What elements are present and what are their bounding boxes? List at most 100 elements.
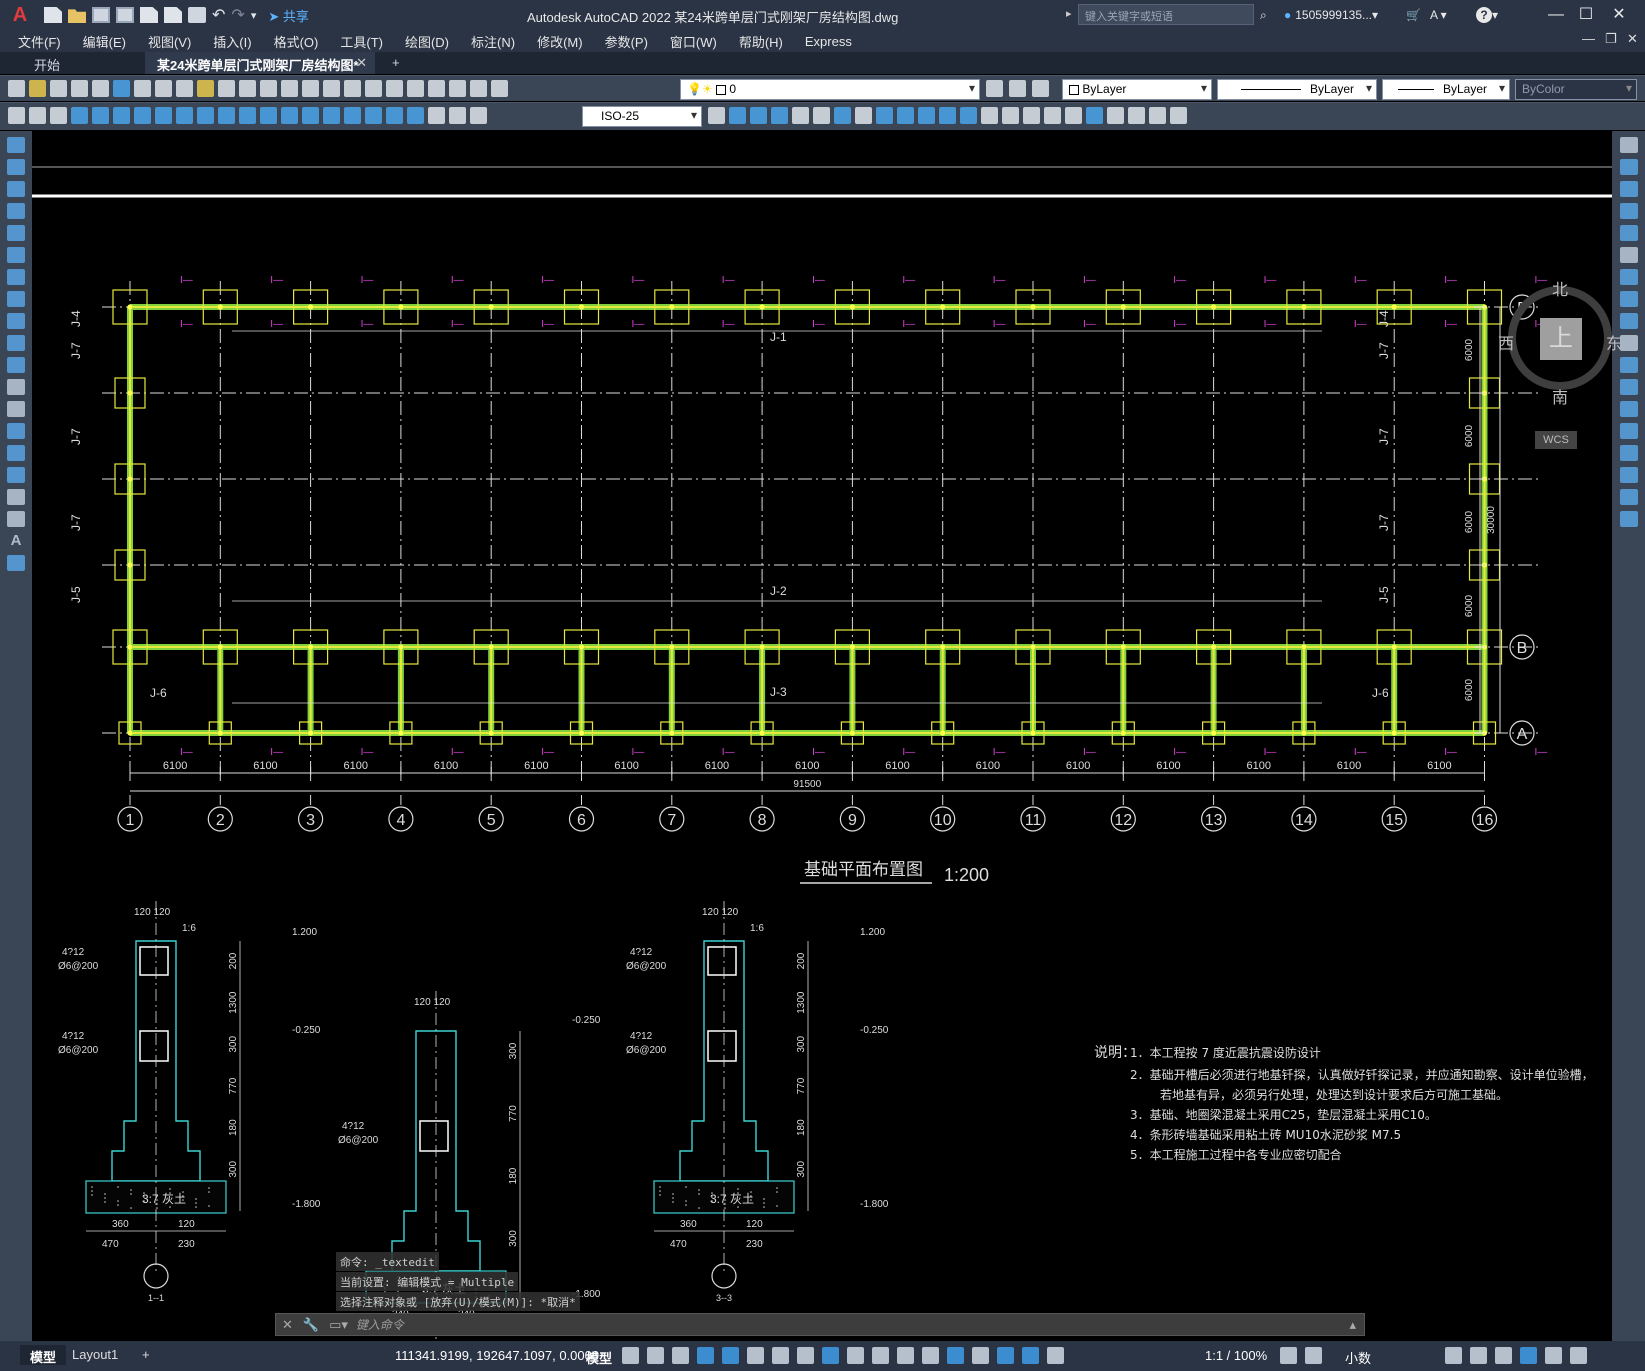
dim-arc-icon[interactable] [113,107,130,124]
graphics-performance-icon[interactable] [1520,1347,1537,1364]
spline-icon[interactable] [7,313,25,329]
block-editor-icon[interactable] [8,107,25,124]
zoom-previous-icon[interactable] [323,80,340,97]
color-dropdown[interactable]: ByLayer ▾ [1062,79,1212,100]
menu-insert[interactable]: 插入(I) [213,32,251,51]
menu-tools[interactable]: 工具(T) [340,32,383,51]
annotation-scale[interactable]: 1:1 / 100% [1205,1348,1267,1363]
inspection-icon[interactable] [386,107,403,124]
make-block-icon[interactable] [7,401,25,417]
scale-icon[interactable] [1619,291,1638,307]
ucs-apply-icon[interactable] [1044,107,1061,124]
model-space-button[interactable]: 模型 [586,1348,612,1367]
center-mark-icon[interactable] [365,107,382,124]
undo-icon[interactable]: ↶ [212,5,225,25]
plot-icon[interactable] [188,7,206,23]
snap-icon[interactable] [647,1347,664,1364]
layer-properties-icon[interactable] [491,80,508,97]
join-icon[interactable] [1619,423,1638,439]
compass-west[interactable]: 西 [1498,330,1514,354]
ucs-z-icon[interactable] [1023,107,1040,124]
plotstyle-dropdown[interactable]: ByColor ▾ [1515,79,1637,100]
new-file-icon[interactable] [44,7,62,23]
circle-icon[interactable] [7,269,25,285]
menu-dimension[interactable]: 标注(N) [471,32,515,51]
3d-osnap-icon[interactable] [922,1347,939,1364]
save-icon[interactable] [92,7,110,23]
ucs-x-icon[interactable] [981,107,998,124]
polyline-icon[interactable] [7,181,25,197]
autoscale-icon[interactable] [1047,1347,1064,1364]
gradient-icon[interactable] [7,467,25,483]
minimize-button[interactable]: — [1543,2,1569,28]
menu-help[interactable]: 帮助(H) [739,32,783,51]
linetype-dropdown[interactable]: ByLayer ▾ [1217,79,1377,100]
layer-make-current-icon[interactable] [986,80,1003,97]
dim-continue-icon[interactable] [281,107,298,124]
grid-icon[interactable] [622,1347,639,1364]
mtext-icon[interactable]: A [7,533,25,549]
polar-icon[interactable] [747,1347,764,1364]
cut-icon[interactable] [134,80,151,97]
point-icon[interactable] [7,423,25,439]
tab-layout1[interactable]: Layout1 [62,1345,128,1365]
dim-diameter-icon[interactable] [197,107,214,124]
named-ucs-icon[interactable] [1065,107,1082,124]
tab-start[interactable]: 开始 [22,52,72,74]
save-as-icon[interactable] [116,7,134,23]
ucs-object-icon[interactable] [876,107,893,124]
open-icon[interactable] [29,80,46,97]
quick-dim-icon[interactable] [239,107,256,124]
wcs-menu[interactable]: WCS [1535,431,1577,449]
solid-box-icon[interactable] [729,107,746,124]
open-folder-icon[interactable] [68,9,86,23]
isolate-objects-icon[interactable] [1495,1347,1512,1364]
doc-close-button[interactable]: ✕ [1627,31,1638,47]
gizmo-icon[interactable] [997,1347,1014,1364]
object-snap-tracking-icon[interactable] [797,1347,814,1364]
tab-model[interactable]: 模型 [20,1345,67,1365]
ellipse-arc-icon[interactable] [7,357,25,373]
doc-minimize-button[interactable]: — [1582,31,1595,46]
selection-cycling-icon[interactable] [897,1347,914,1364]
compass-east[interactable]: 东 [1606,330,1622,354]
sheet-set-icon[interactable] [407,80,424,97]
customization-menu-icon[interactable] [1570,1347,1587,1364]
dim-edit-icon[interactable] [428,107,445,124]
dim-text-edit-icon[interactable] [449,107,466,124]
save-tb-icon[interactable] [50,80,67,97]
dim-update-icon[interactable] [470,107,487,124]
qnew-icon[interactable] [8,80,25,97]
break-icon[interactable] [1619,401,1638,417]
autocad-logo-icon[interactable]: A [0,0,40,30]
viewcube[interactable]: 上 北 南 东 西 [1498,276,1622,407]
customize-icon[interactable]: 🔧 [303,1317,319,1333]
dim-jogged-icon[interactable] [176,107,193,124]
loft-icon[interactable] [1149,107,1166,124]
lineweight-icon[interactable] [847,1347,864,1364]
help-tb-icon[interactable] [470,80,487,97]
layer-dropdown[interactable]: 💡☀ 0 ▾ [680,79,980,100]
dimstyle-dropdown[interactable]: ISO-25 ▾ [582,106,702,127]
sync-attr-icon[interactable] [50,107,67,124]
revolve-icon[interactable] [1107,107,1124,124]
compass-south[interactable]: 南 [1552,384,1568,408]
polygon-icon[interactable] [7,203,25,219]
explode-icon[interactable] [1619,511,1638,527]
search-icon[interactable]: ⌕ [1260,5,1267,25]
units-dropdown[interactable]: 小数 [1345,1348,1371,1367]
dim-ordinate-icon[interactable] [134,107,151,124]
preview-icon[interactable] [92,80,109,97]
pan-icon[interactable] [260,80,277,97]
ucs-previous-icon[interactable] [834,107,851,124]
ucs-zaxis-icon[interactable] [939,107,956,124]
redo-tb-icon[interactable] [239,80,256,97]
plot-tb-icon[interactable] [71,80,88,97]
save-to-web-icon[interactable] [164,7,182,23]
command-input[interactable]: 键入命令 [356,1316,404,1333]
help-icon[interactable]: ? ▾ [1476,5,1498,25]
presspull-icon[interactable] [1170,107,1187,124]
command-line[interactable]: ✕ 🔧 ▭▾ 键入命令 ▴ [275,1313,1365,1336]
match-properties-icon[interactable] [197,80,214,97]
copy-object-icon[interactable] [1619,159,1638,175]
